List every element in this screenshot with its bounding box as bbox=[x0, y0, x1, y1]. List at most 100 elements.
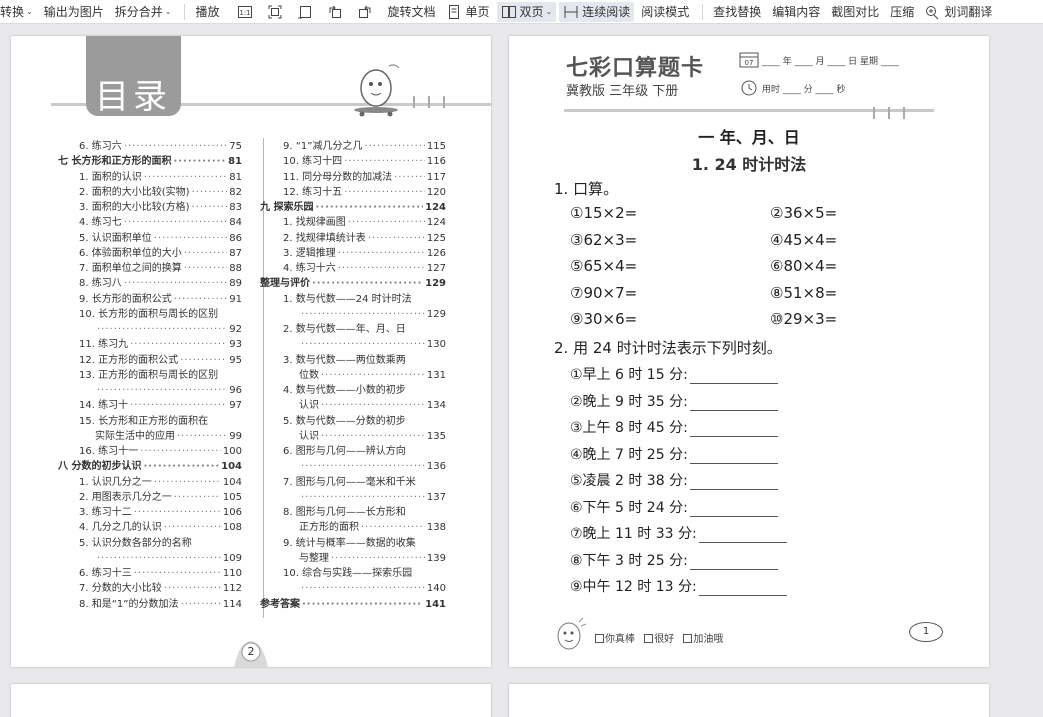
export-image-button[interactable]: 输出为图片 bbox=[40, 2, 108, 22]
toc-entry[interactable]: 4. 练习十六·································… bbox=[283, 262, 446, 276]
toc-entry[interactable]: 6. 练习六··································… bbox=[79, 140, 242, 154]
toc-entry[interactable]: 九 探索乐园··································… bbox=[260, 201, 446, 215]
answer-blank[interactable] bbox=[698, 582, 787, 596]
single-page-button[interactable]: 单页 bbox=[442, 2, 493, 22]
toc-entry[interactable]: 10. 练习十四································… bbox=[283, 155, 446, 169]
toc-entry[interactable]: 9. 统计与概率——数据的收集 bbox=[283, 537, 446, 551]
answer-blank[interactable] bbox=[689, 476, 778, 490]
rotate-doc-button[interactable]: 旋转文档 bbox=[383, 2, 439, 22]
answer-blank[interactable] bbox=[689, 423, 778, 437]
toc-entry[interactable]: ········································… bbox=[299, 338, 446, 352]
toc-entry[interactable]: 8. 图形与几何——长方形和 bbox=[283, 506, 446, 520]
toc-entry[interactable]: 11. 练习九·································… bbox=[79, 338, 242, 352]
toc-entry[interactable]: ········································… bbox=[299, 491, 446, 505]
actual-size-button[interactable]: 1:1 bbox=[233, 2, 260, 22]
toc-entry[interactable]: 1. 面积的认识································… bbox=[79, 171, 242, 185]
answer-blank[interactable] bbox=[698, 529, 787, 543]
toc-entry[interactable]: 2. 找规律填统计表······························… bbox=[283, 232, 446, 246]
toc-entry[interactable]: 参考答案····································… bbox=[260, 598, 446, 612]
fit-width-button[interactable] bbox=[293, 2, 320, 22]
answer-blank[interactable] bbox=[689, 503, 778, 517]
split-merge-menu[interactable]: 拆分合并 ⌄ bbox=[111, 2, 176, 22]
toc-entry[interactable]: 3. 数与代数——两位数乘两 bbox=[283, 354, 446, 368]
toc-entry-title: 14. 练习十 bbox=[79, 400, 129, 412]
answer-blank[interactable] bbox=[689, 556, 778, 570]
checkbox[interactable] bbox=[595, 634, 604, 643]
fit-page-button[interactable] bbox=[263, 2, 290, 22]
translate-button[interactable]: 划词翻译 bbox=[921, 2, 996, 22]
toc-entry[interactable]: 15. 长方形和正方形的面积在 bbox=[79, 415, 242, 429]
toc-entry[interactable]: 2. 面积的大小比较(实物)··························… bbox=[79, 186, 242, 200]
toc-entry[interactable]: 1. 认识几分之一·······························… bbox=[79, 476, 242, 490]
toc-entry[interactable]: 位数······································… bbox=[299, 369, 446, 383]
rating-option-try[interactable]: 加油哦 bbox=[683, 634, 723, 645]
toc-entry[interactable]: ········································… bbox=[299, 460, 446, 474]
toc-entry[interactable]: 认识······································… bbox=[299, 430, 446, 444]
rotate-left-button[interactable] bbox=[323, 2, 350, 22]
continuous-read-button[interactable]: 连续阅读 bbox=[559, 1, 635, 22]
double-page-button[interactable]: 双页 ⌄ bbox=[496, 1, 557, 22]
toc-entry[interactable]: 14. 练习十·································… bbox=[79, 399, 242, 413]
toc-entry[interactable]: ········································… bbox=[95, 384, 242, 398]
convert-menu[interactable]: 转换 ⌄ bbox=[0, 2, 37, 22]
toc-entry[interactable]: 8. 练习八··································… bbox=[79, 277, 242, 291]
toc-entry[interactable]: 2. 数与代数——年、月、日 bbox=[283, 323, 446, 337]
toc-entry[interactable]: 3. 面积的大小比较(方格)··························… bbox=[79, 201, 242, 215]
toc-entry[interactable]: 5. 数与代数——分数的初步 bbox=[283, 415, 446, 429]
toc-entry[interactable]: 4. 几分之几的认识······························… bbox=[79, 521, 242, 535]
answer-blank[interactable] bbox=[689, 397, 778, 411]
answer-blank[interactable] bbox=[689, 370, 778, 384]
toc-entry[interactable]: 10. 长方形的面积与周长的区别 bbox=[79, 308, 242, 322]
time-item: ②晚上 9 时 35 分: bbox=[570, 391, 778, 411]
toc-entry[interactable]: 8. 和是“1”的分数加法···························… bbox=[79, 598, 242, 612]
toc-entry[interactable]: ········································… bbox=[299, 582, 446, 596]
toc-entry[interactable]: 1. 找规律画图································… bbox=[283, 216, 446, 230]
checkbox[interactable] bbox=[644, 634, 654, 643]
toc-entry[interactable]: 16. 练习十一································… bbox=[79, 445, 242, 459]
edit-content-button[interactable]: 编辑内容 bbox=[768, 2, 824, 22]
toc-entry[interactable]: 3. 练习十二·································… bbox=[79, 506, 242, 520]
toc-entry[interactable]: 整理与评价···································… bbox=[260, 277, 446, 291]
toc-entry[interactable]: 八 分数的初步认识·······························… bbox=[58, 460, 242, 474]
compress-button[interactable]: 压缩 bbox=[886, 2, 918, 22]
toc-entry[interactable]: 七 长方形和正方形的面积····························… bbox=[58, 155, 242, 169]
toc-entry[interactable]: 认识······································… bbox=[299, 399, 446, 413]
toc-entry[interactable]: ········································… bbox=[95, 323, 242, 337]
answer-blank[interactable] bbox=[689, 450, 778, 464]
play-button[interactable]: 播放 bbox=[191, 2, 223, 22]
toc-entry[interactable]: 12. 练习十五································… bbox=[283, 186, 446, 200]
toc-entry-title: 2. 面积的大小比较(实物) bbox=[79, 186, 190, 198]
toc-entry[interactable]: 9. 长方形的面积公式·····························… bbox=[79, 293, 242, 307]
toc-entry[interactable]: 1. 数与代数——24 时计时法 bbox=[283, 293, 446, 307]
toc-entry[interactable]: 实际生活中的应用································… bbox=[95, 430, 242, 444]
toc-entry[interactable]: ········································… bbox=[299, 308, 446, 322]
toc-leader-dots: ········································… bbox=[153, 232, 228, 244]
toc-entry[interactable]: 9. “1”减几分之几·····························… bbox=[283, 140, 446, 154]
toc-entry[interactable]: 6. 体验面积单位的大小····························… bbox=[79, 247, 242, 261]
toc-entry[interactable]: 6. 图形与几何——辨认方向 bbox=[283, 445, 446, 459]
rotate-right-button[interactable] bbox=[353, 2, 380, 22]
checkbox[interactable] bbox=[683, 634, 693, 643]
find-replace-button[interactable]: 查找替换 bbox=[709, 2, 765, 22]
toc-entry[interactable]: 7. 图形与几何——毫米和千米 bbox=[283, 476, 446, 490]
toc-entry[interactable]: 13. 正方形的面积与周长的区别 bbox=[79, 369, 242, 383]
rating-option-great[interactable]: 你真棒 bbox=[595, 634, 635, 645]
toc-entry[interactable]: 10. 综合与实践——探索乐园 bbox=[283, 567, 446, 581]
screenshot-compare-button[interactable]: 截图对比 bbox=[827, 2, 883, 22]
read-mode-button[interactable]: 阅读模式 bbox=[637, 2, 693, 22]
toc-entry[interactable]: 4. 数与代数——小数的初步 bbox=[283, 384, 446, 398]
rating-option-good[interactable]: 很好 bbox=[644, 634, 674, 645]
toc-entry[interactable]: 正方形的面积··································… bbox=[299, 521, 446, 535]
toc-entry[interactable]: ········································… bbox=[95, 552, 242, 566]
toc-entry[interactable]: 4. 练习七··································… bbox=[79, 216, 242, 230]
toc-entry[interactable]: 7. 分数的大小比较······························… bbox=[79, 582, 242, 596]
toc-entry[interactable]: 7. 面积单位之间的换算····························… bbox=[79, 262, 242, 276]
toc-entry[interactable]: 5. 认识面积单位·······························… bbox=[79, 232, 242, 246]
toc-entry[interactable]: 5. 认识分数各部分的名称 bbox=[79, 537, 242, 551]
toc-entry[interactable]: 3. 逻辑推理·································… bbox=[283, 247, 446, 261]
toc-entry[interactable]: 12. 正方形的面积公式····························… bbox=[79, 354, 242, 368]
toc-entry[interactable]: 2. 用图表示几分之一·····························… bbox=[79, 491, 242, 505]
toc-entry[interactable]: 11. 同分母分数的加减法···························… bbox=[283, 171, 446, 185]
toc-entry[interactable]: 6. 练习十三·································… bbox=[79, 567, 242, 581]
toc-entry[interactable]: 与整理·····································… bbox=[299, 552, 446, 566]
